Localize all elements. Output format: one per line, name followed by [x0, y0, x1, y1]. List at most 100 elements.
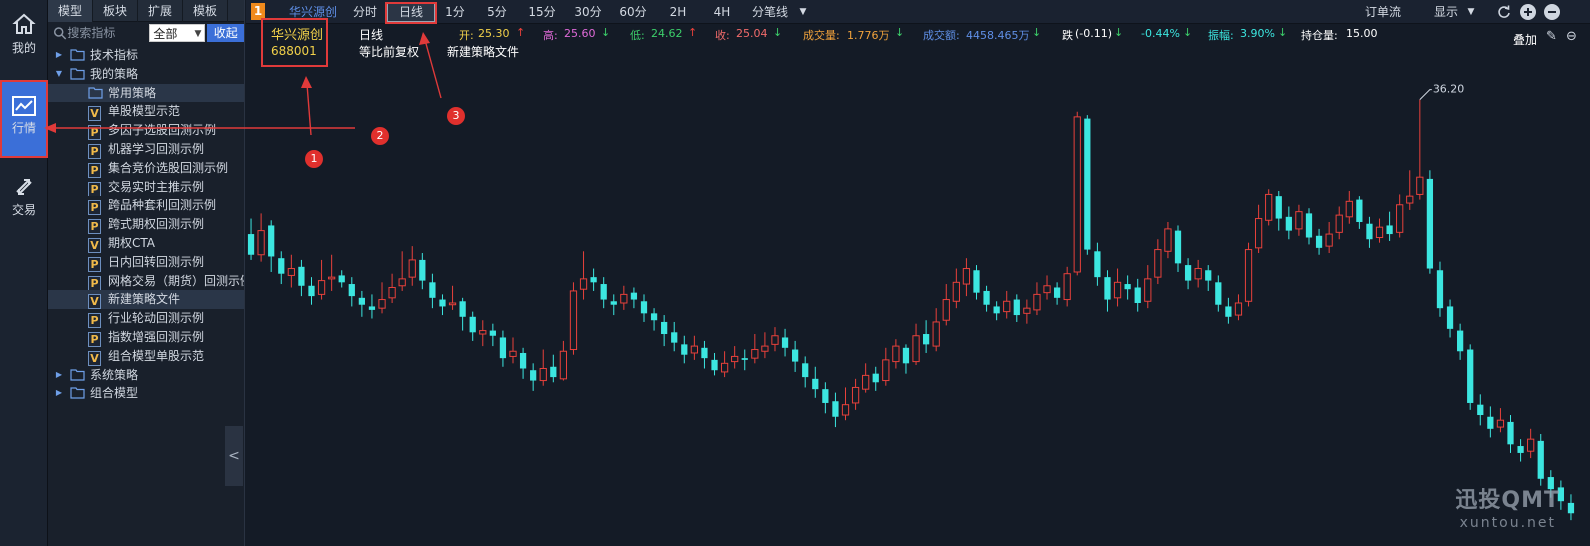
tree-item[interactable]: P 机器学习回测示例 — [48, 140, 244, 159]
tree-item[interactable]: P 交易实时主推示例 — [48, 178, 244, 197]
nav-trade[interactable]: 交易 — [0, 176, 48, 232]
candle — [942, 284, 950, 326]
tree-item[interactable]: ▶ 系统策略 — [48, 366, 244, 385]
zoom-out-icon[interactable] — [1544, 4, 1560, 20]
tree-item[interactable]: 常用策略 — [48, 83, 244, 103]
candle — [1496, 408, 1505, 433]
info-adjust[interactable]: 等比前复权 — [359, 43, 419, 60]
period-1min[interactable]: 1分 — [438, 0, 472, 24]
zoom-in-icon[interactable] — [1520, 4, 1536, 20]
info-strategy-file: 新建策略文件 — [447, 45, 520, 59]
nav-mine[interactable]: 我的 — [0, 12, 48, 68]
tree-item[interactable]: ▶ 技术指标 — [48, 46, 244, 65]
candle-body — [882, 359, 890, 382]
candle — [1275, 190, 1282, 231]
tree-item[interactable]: P 指数增强回测示例 — [48, 328, 244, 347]
candle-body — [1184, 265, 1192, 281]
filter-select[interactable]: 全部 ▼ — [149, 24, 206, 42]
candle — [530, 363, 537, 391]
period-tick-line[interactable]: 分笔线 — [744, 0, 796, 24]
tree-item[interactable]: P 多因子选股回测示例 — [48, 121, 244, 140]
period-daily[interactable]: 日线 — [387, 2, 435, 22]
candle — [1467, 344, 1474, 410]
nav-market[interactable]: 行情 — [0, 80, 48, 158]
tab-model[interactable]: 模型 — [48, 0, 93, 22]
chevron-down-icon[interactable]: ▼ — [796, 0, 810, 24]
overlay-label[interactable]: 叠加 — [1513, 31, 1537, 48]
candle — [489, 323, 496, 347]
period-tick[interactable]: 分时 — [346, 0, 384, 24]
arrow-down-icon: ↓ — [895, 26, 905, 39]
collapse-arrow-icon[interactable]: ▶ — [54, 384, 64, 403]
arrow-down-icon: ↓ — [1032, 26, 1042, 39]
annotation-marker-3: 3 — [447, 107, 465, 125]
tree-item-label: 交易实时主推示例 — [108, 179, 205, 194]
tree-item[interactable]: P 跨式期权回测示例 — [48, 215, 244, 234]
candle — [1073, 111, 1081, 276]
tree-item[interactable]: ▶ 组合模型 — [48, 384, 244, 403]
candle — [912, 323, 920, 366]
left-nav: 我的 行情 交易 — [0, 0, 48, 546]
period-30min[interactable]: 30分 — [567, 0, 609, 24]
tree-item[interactable]: P 日内回转回测示例 — [48, 253, 244, 272]
candle — [328, 254, 336, 291]
candle-body — [509, 350, 517, 357]
minus-icon[interactable]: ⊖ — [1566, 29, 1577, 44]
candle-body — [559, 350, 568, 380]
tree-item[interactable]: P 网格交易（期货）回测示例 — [48, 272, 244, 291]
candle — [1457, 323, 1464, 360]
candle — [711, 352, 718, 376]
collapse-button[interactable]: 收起 — [207, 24, 244, 42]
order-flow-button[interactable]: 订单流 — [1359, 0, 1407, 24]
collapse-arrow-icon[interactable]: ▶ — [54, 46, 64, 65]
candle-body — [499, 337, 507, 359]
tab-sector[interactable]: 板块 — [93, 0, 138, 22]
refresh-icon[interactable] — [1496, 4, 1512, 20]
edit-icon[interactable]: ✎ — [1546, 29, 1557, 44]
candle — [1174, 225, 1182, 272]
candle-body — [1144, 278, 1152, 302]
candle-body — [1496, 419, 1505, 428]
tree-item[interactable]: P 跨品种套利回测示例 — [48, 196, 244, 216]
candle-body — [1467, 349, 1474, 403]
candle-body — [1023, 307, 1031, 314]
tab-template[interactable]: 模板 — [183, 0, 228, 22]
candle-body — [1234, 302, 1243, 316]
period-60min[interactable]: 60分 — [612, 0, 654, 24]
candle-body — [419, 259, 426, 281]
chevron-down-icon[interactable]: ▼ — [1464, 0, 1478, 24]
tree-item[interactable]: P 集合竞价选股回测示例 — [48, 159, 244, 178]
search-input[interactable] — [67, 24, 150, 42]
arrow-up-icon: ↑ — [516, 26, 526, 39]
tree-item[interactable]: V 单股模型示范 — [48, 102, 244, 122]
candle — [822, 382, 829, 414]
arrow-down-icon: ↓ — [1278, 26, 1288, 39]
tree-item[interactable]: ▼ 我的策略 — [48, 65, 244, 84]
candle — [771, 327, 779, 352]
tree-item[interactable]: V 期权CTA — [48, 234, 244, 253]
panel-collapse-handle[interactable]: < — [225, 426, 243, 486]
period-2h[interactable]: 2H — [660, 0, 696, 24]
candle-body — [287, 268, 295, 276]
change-label: 跌 — [1062, 29, 1073, 42]
expand-arrow-icon[interactable]: ▼ — [54, 65, 64, 84]
candle — [1113, 268, 1122, 307]
volume-value: 1.776万 — [847, 29, 890, 42]
tree-item[interactable]: P 行业轮动回测示例 — [48, 309, 244, 328]
tree-item[interactable]: V 新建策略文件 — [48, 290, 244, 310]
candle-body — [1254, 218, 1263, 249]
period-15min[interactable]: 15分 — [522, 0, 562, 24]
display-menu[interactable]: 显示 — [1426, 0, 1466, 24]
candle — [1265, 189, 1273, 226]
period-4h[interactable]: 4H — [704, 0, 740, 24]
python-strategy-icon: P — [88, 217, 103, 234]
tab-extension[interactable]: 扩展 — [138, 0, 183, 22]
candlestick-chart[interactable]: 36.20 — [246, 60, 1576, 546]
collapse-arrow-icon[interactable]: ▶ — [54, 366, 64, 385]
tree-item-label: 常用策略 — [108, 85, 157, 100]
candle-body — [761, 345, 769, 352]
candle — [398, 251, 406, 291]
period-5min[interactable]: 5分 — [477, 0, 517, 24]
candle-body — [1174, 230, 1182, 264]
tree-item[interactable]: V 组合模型单股示范 — [48, 347, 244, 366]
